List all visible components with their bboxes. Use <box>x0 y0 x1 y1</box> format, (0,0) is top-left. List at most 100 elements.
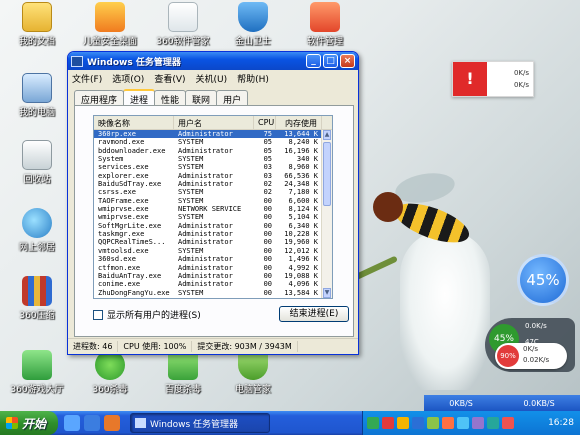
process-row[interactable]: conime.exe Administrator 00 4,096 K <box>94 280 332 288</box>
scroll-down-arrow[interactable]: ▼ <box>323 288 331 298</box>
process-memory: 8,124 K <box>288 205 318 214</box>
process-row[interactable]: wmiprvse.exe SYSTEM 00 5,104 K <box>94 213 332 221</box>
process-row[interactable]: csrss.exe SYSTEM 02 7,180 K <box>94 188 332 196</box>
quick-launch-ie-icon[interactable] <box>84 415 100 431</box>
network-speed-widget[interactable]: ! 0K/s 0K/s <box>452 61 534 97</box>
process-row[interactable]: SoftMgrLite.exe Administrator 00 6,340 K <box>94 222 332 230</box>
desktop-icon-kingsoft-guard[interactable]: 金山卫士 <box>218 2 288 47</box>
speed-monitor[interactable]: 90% 0K/s 0.02K/s <box>495 343 567 369</box>
kids-safe-icon <box>95 2 125 32</box>
menu-help[interactable]: 帮助(H) <box>237 72 269 85</box>
desktop-icon-360-antivirus[interactable]: 360杀毒 <box>75 350 145 395</box>
process-list[interactable]: 映像名称 用户名 CPU 内存使用 360rp.exe Administrator… <box>93 115 333 299</box>
process-row[interactable]: TAOFrame.exe SYSTEM 00 6,600 K <box>94 197 332 205</box>
desktop-icon-360zip[interactable]: 360压缩 <box>2 276 72 321</box>
process-user-name: SYSTEM <box>178 155 204 164</box>
end-process-button[interactable]: 结束进程(E) <box>279 306 349 322</box>
column-cpu[interactable]: CPU <box>254 116 276 129</box>
process-row[interactable]: 360sd.exe Administrator 00 1,496 K <box>94 255 332 263</box>
tray-volume-icon[interactable] <box>457 417 469 429</box>
process-list-scrollbar[interactable]: ▲ ▼ <box>321 130 332 298</box>
status-bar: 进程数: 46 CPU 使用: 100% 提交更改: 903M / 3943M <box>68 338 358 354</box>
process-cpu: 00 <box>263 230 272 239</box>
process-row[interactable]: explorer.exe Administrator 03 66,536 K <box>94 172 332 180</box>
desktop-icon-baidu-antivirus[interactable]: 百度杀毒 <box>148 350 218 395</box>
show-all-users-checkbox[interactable] <box>93 309 103 320</box>
process-row[interactable]: wmiprvse.exe NETWORK SERVICE 00 8,124 K <box>94 205 332 213</box>
process-row[interactable]: QQPCRealTimeS... Administrator 00 19,960 K <box>94 238 332 246</box>
process-row[interactable]: taskmgr.exe Administrator 00 10,228 K <box>94 230 332 238</box>
quick-launch-browser-icon[interactable] <box>104 415 120 431</box>
window-titlebar[interactable]: Windows 任务管理器 _ □ × <box>68 52 358 70</box>
process-image-name: 360sd.exe <box>98 255 136 264</box>
processes-panel: 映像名称 用户名 CPU 内存使用 360rp.exe Administrator… <box>74 105 354 337</box>
process-row[interactable]: vmtoolsd.exe SYSTEM 00 12,012 K <box>94 247 332 255</box>
process-cpu: 00 <box>263 196 272 205</box>
process-row[interactable]: ZhuDongFangYu.exe SYSTEM 00 13,584 K <box>94 289 332 297</box>
recycle-bin-icon <box>22 140 52 170</box>
scroll-up-arrow[interactable]: ▲ <box>323 130 331 140</box>
process-image-name: wmiprvse.exe <box>98 205 149 214</box>
process-memory: 1,496 K <box>288 255 318 264</box>
minimize-button[interactable]: _ <box>306 54 321 68</box>
menu-file[interactable]: 文件(F) <box>72 72 102 85</box>
tray-monitor-icon[interactable] <box>487 417 499 429</box>
process-row[interactable]: BaiduSdTray.exe Administrator 02 24,348 K <box>94 180 332 188</box>
desktop-icon-recycle-bin[interactable]: 回收站 <box>2 140 72 185</box>
process-row[interactable]: bddownloader.exe Administrator 05 16,196 K <box>94 147 332 155</box>
float-ball-widget[interactable]: 45% <box>517 254 569 306</box>
tray-alert-icon[interactable] <box>502 417 514 429</box>
tray-update-icon[interactable] <box>442 417 454 429</box>
process-memory: 8,960 K <box>288 163 318 172</box>
process-row[interactable]: BaiduAnTray.exe Administrator 00 19,088 K <box>94 272 332 280</box>
column-user-name[interactable]: 用户名 <box>174 116 254 129</box>
desktop-icon-my-documents[interactable]: 我的文档 <box>2 2 72 47</box>
process-image-name: 360rp.exe <box>98 130 136 138</box>
process-user-name: SYSTEM <box>178 213 204 222</box>
process-memory: 340 K <box>296 155 318 164</box>
process-row[interactable]: System SYSTEM 05 340 K <box>94 155 332 163</box>
column-memory[interactable]: 内存使用 <box>276 116 322 129</box>
desktop-icon-kids-safe[interactable]: 儿童安全桌面 <box>75 2 145 47</box>
tray-360-icon[interactable] <box>427 417 439 429</box>
process-memory: 16,196 K <box>284 146 318 155</box>
quick-launch-desktop-icon[interactable] <box>64 415 80 431</box>
desktop-icon-my-computer[interactable]: 我的电脑 <box>2 73 72 118</box>
speed-bar[interactable]: 0KB/S 0.0KB/S <box>424 395 580 411</box>
process-user-name: SYSTEM <box>178 163 204 172</box>
show-all-users-option[interactable]: 显示所有用户的进程(S) <box>93 308 201 321</box>
desktop-icon-360-software-manager[interactable]: 360软件管家 <box>148 2 218 47</box>
menu-options[interactable]: 选项(O) <box>112 72 144 85</box>
process-row[interactable]: 360rp.exe Administrator 75 13,644 K <box>94 130 332 139</box>
process-row[interactable]: ctfmon.exe Administrator 00 4,992 K <box>94 264 332 272</box>
desktop-icon-game-hall[interactable]: 360游戏大厅 <box>2 350 72 395</box>
process-user-name: Administrator <box>178 280 233 289</box>
menu-shutdown[interactable]: 关机(U) <box>196 72 228 85</box>
process-image-name: QQPCRealTimeS... <box>98 238 166 247</box>
close-button[interactable]: × <box>340 54 355 68</box>
tray-network-icon[interactable] <box>412 417 424 429</box>
speed-bar-up: 0.0KB/S <box>523 398 555 408</box>
tray-ime-icon[interactable] <box>472 417 484 429</box>
start-button[interactable]: 开始 <box>0 411 58 435</box>
tray-antivirus-icon[interactable] <box>382 417 394 429</box>
taskbar-task-manager[interactable]: Windows 任务管理器 <box>130 413 270 433</box>
process-cpu: 02 <box>263 188 272 197</box>
column-image-name[interactable]: 映像名称 <box>94 116 174 129</box>
monitor-rate-1: 0.0K/s <box>525 322 547 330</box>
maximize-button[interactable]: □ <box>323 54 338 68</box>
menu-view[interactable]: 查看(V) <box>154 72 185 85</box>
tray-shield-icon[interactable] <box>367 417 379 429</box>
tray-guard-icon[interactable] <box>397 417 409 429</box>
desktop-icon-network[interactable]: 网上邻居 <box>2 208 72 253</box>
process-row[interactable]: services.exe SYSTEM 03 8,960 K <box>94 163 332 171</box>
computer-icon <box>22 73 52 103</box>
process-user-name: SYSTEM <box>178 188 204 197</box>
process-row[interactable]: ravmond.exe SYSTEM 05 8,240 K <box>94 138 332 146</box>
desktop-icon-software-manage[interactable]: 软件管理 <box>290 2 360 47</box>
desktop-icon-pc-guard[interactable]: 电脑管家 <box>218 350 288 395</box>
scroll-thumb[interactable] <box>323 142 331 206</box>
process-memory: 13,644 K <box>284 130 318 138</box>
process-user-name: SYSTEM <box>178 288 204 297</box>
download-rate: 0K/s <box>513 81 529 89</box>
